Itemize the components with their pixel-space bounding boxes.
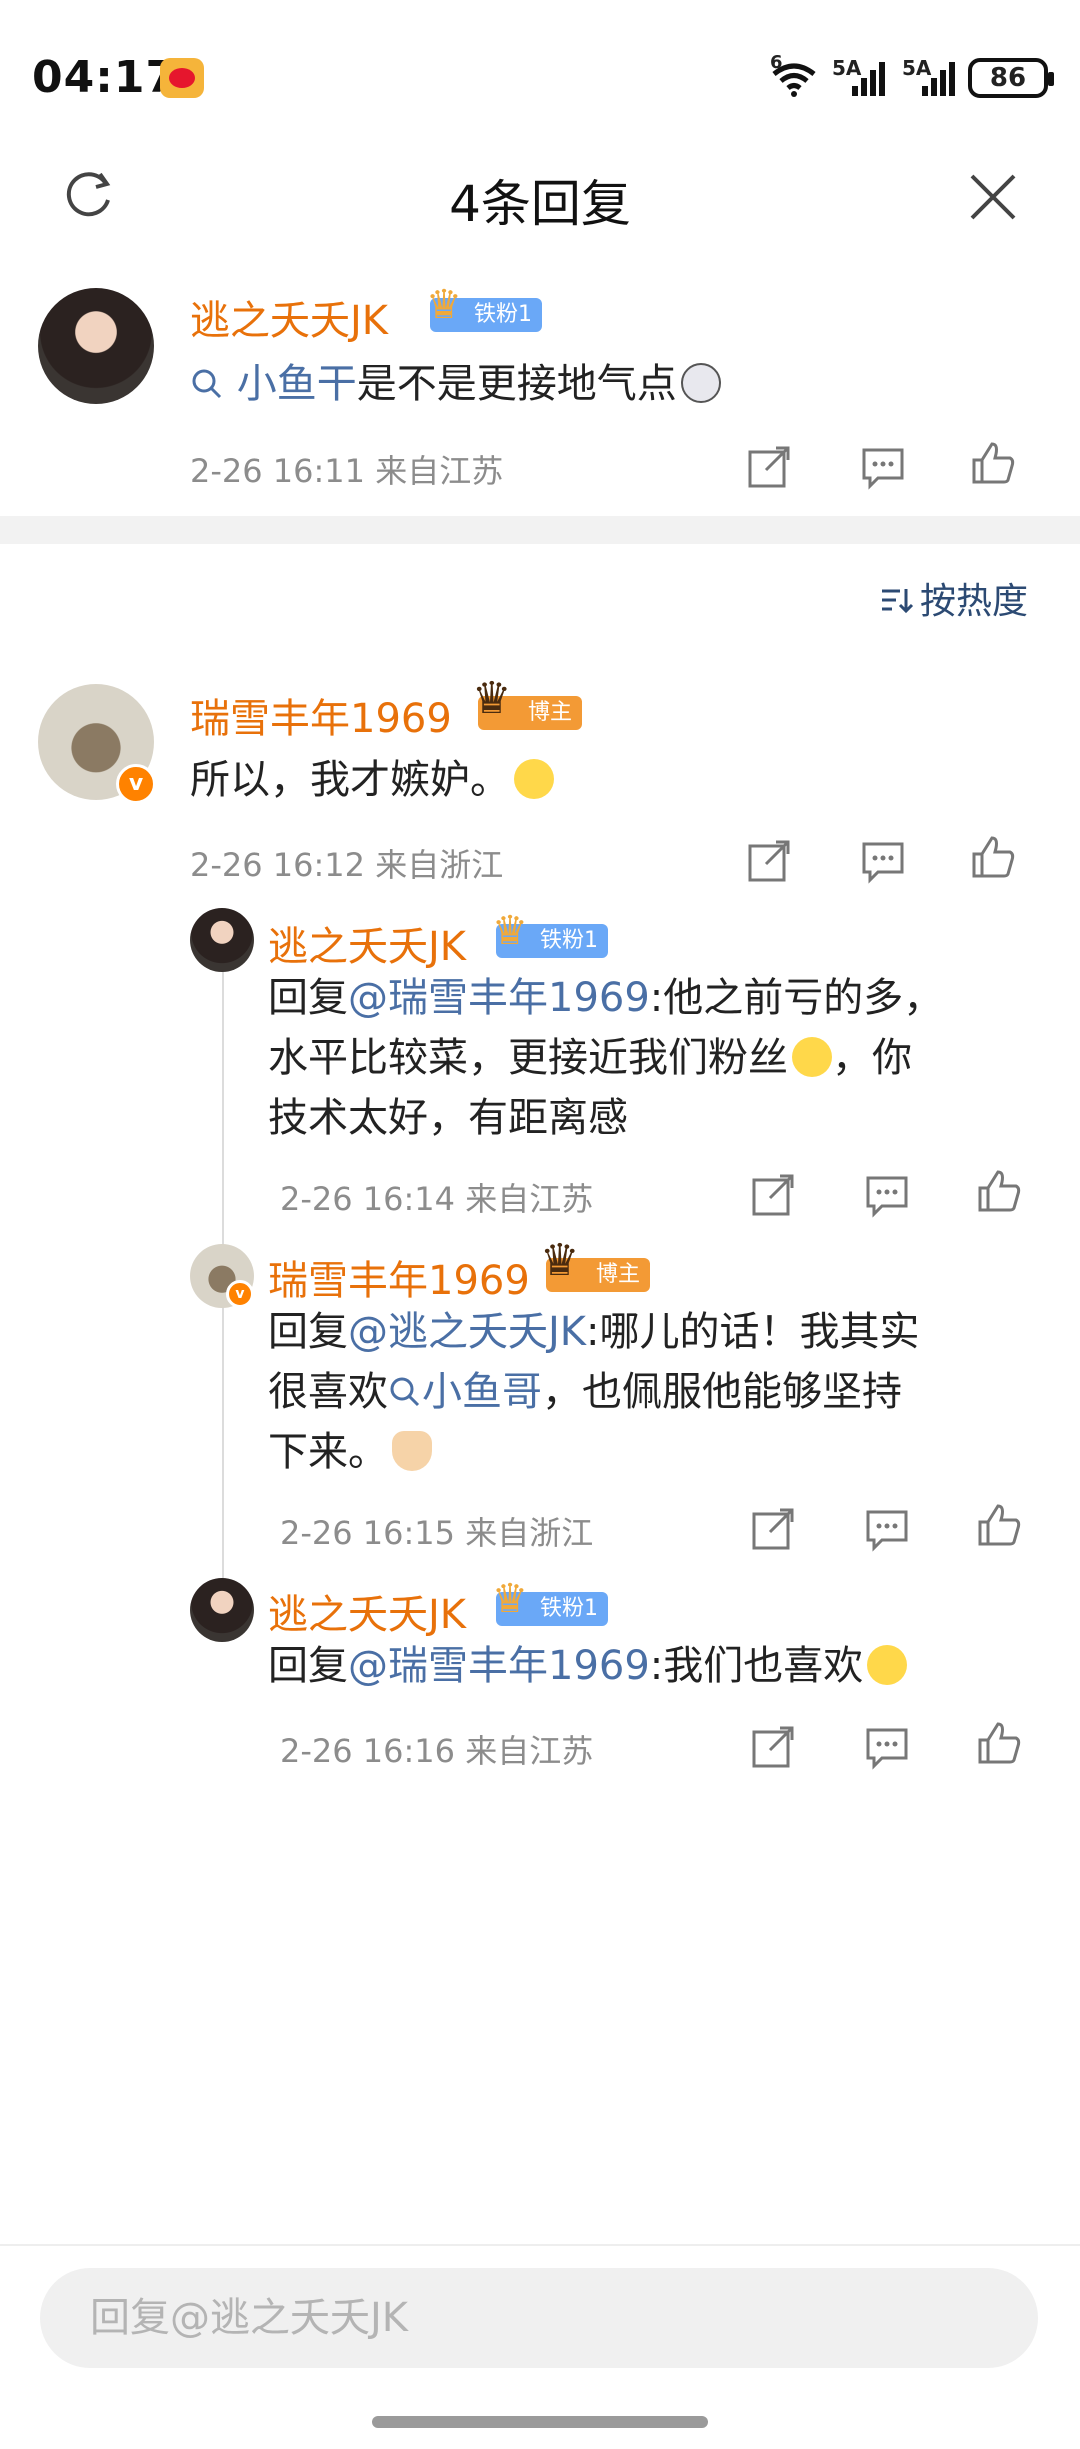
blogger-badge-label: 博主 (596, 1262, 641, 1287)
comment-meta: 2-26 16:16 来自江苏 (280, 1732, 594, 1770)
composer-divider (0, 2244, 1080, 2246)
like-icon[interactable] (970, 834, 1016, 880)
comment-body: 所以，我才嫉妒。 (190, 757, 510, 803)
close-icon[interactable] (966, 170, 1020, 224)
comment-text: 回复@瑞雪丰年1969:我们也喜欢 (268, 1636, 1028, 1696)
search-icon (390, 1377, 420, 1407)
comment-text: 回复@瑞雪丰年1969:他之前亏的多， 水平比较菜，更接近我们粉丝 ，你 技术太好… (268, 968, 1028, 1148)
comment-icon[interactable] (864, 1172, 910, 1218)
comment-text: 所以，我才嫉妒。 (190, 750, 554, 810)
comment-body-line2: 水平比较菜，更接近我们粉丝 (268, 1035, 788, 1081)
verified-badge: v (226, 1280, 254, 1308)
search-icon (190, 361, 237, 407)
comment-body-line1: :他之前亏的多， (649, 975, 944, 1021)
comment-text: 小鱼干是不是更接地气点 (190, 354, 721, 414)
blogger-badge: 博主 (540, 1244, 651, 1292)
sort-label: 按热度 (920, 581, 1029, 622)
avatar[interactable] (38, 288, 154, 404)
like-icon[interactable] (976, 1720, 1022, 1766)
avatar[interactable] (190, 908, 254, 972)
emoji-icon (680, 363, 721, 403)
mention-link[interactable]: @瑞雪丰年1969 (348, 975, 650, 1021)
fan-badge: 铁粉1 (492, 914, 608, 958)
comment-body-line1: :哪儿的话！我其实 (586, 1309, 920, 1355)
comment-meta: 2-26 16:12 来自浙江 (190, 846, 504, 884)
comment-meta: 2-26 16:15 来自浙江 (280, 1514, 594, 1552)
home-indicator[interactable] (372, 2416, 708, 2428)
fan-badge-label: 铁粉1 (474, 302, 532, 327)
username[interactable]: 瑞雪丰年1969 (190, 686, 452, 744)
laugh-emoji-icon (867, 1645, 908, 1685)
comment-icon[interactable] (864, 1724, 910, 1770)
reply-input[interactable] (40, 2268, 1038, 2368)
like-icon[interactable] (976, 1502, 1022, 1548)
battery-indicator: 86 (968, 58, 1054, 98)
fan-badge: 铁粉1 (492, 1582, 608, 1626)
mention-link[interactable]: @瑞雪丰年1969 (348, 1643, 650, 1689)
comment-text: 回复@逃之夭夭JK:哪儿的话！我其实 很喜欢 小鱼哥，也佩服他能够坚持 下来。 (268, 1302, 1028, 1482)
username[interactable]: 逃之夭夭JK (190, 288, 388, 346)
fan-badge-label: 铁粉1 (540, 928, 598, 953)
comment-body-line2b: ，你 (832, 1035, 912, 1081)
share-icon[interactable] (746, 444, 792, 490)
username[interactable]: 逃之夭夭JK (268, 914, 466, 972)
like-icon[interactable] (970, 440, 1016, 486)
comment-icon[interactable] (860, 444, 906, 490)
username[interactable]: 瑞雪丰年1969 (268, 1248, 530, 1306)
verified-badge: v (116, 764, 156, 804)
reply-prefix: 回复 (268, 975, 348, 1021)
status-time: 04:17 (32, 52, 178, 103)
comment-body-line2a: 很喜欢 (268, 1369, 388, 1415)
laugh-cry-emoji-icon (792, 1037, 832, 1077)
comment-body-line1: :我们也喜欢 (649, 1643, 864, 1689)
reply-prefix: 回复 (268, 1309, 348, 1355)
blogger-badge-label: 博主 (528, 700, 573, 725)
comment-body-line2b: ，也佩服他能够坚持 (542, 1369, 902, 1415)
mention-link[interactable]: @逃之夭夭JK (348, 1309, 586, 1355)
share-icon[interactable] (750, 1172, 796, 1218)
signal-label-1: 5A (832, 56, 862, 80)
username[interactable]: 逃之夭夭JK (268, 1582, 466, 1640)
section-divider (0, 516, 1080, 544)
wifi-label: 6 (770, 52, 783, 73)
avatar[interactable] (190, 1578, 254, 1642)
topic-link[interactable]: 小鱼哥 (422, 1369, 542, 1415)
comment-body-line3: 技术太好，有距离感 (268, 1095, 628, 1141)
comment-meta: 2-26 16:11 来自江苏 (190, 452, 504, 490)
like-icon[interactable] (976, 1168, 1022, 1214)
page-title: 4条回复 (449, 175, 631, 233)
share-icon[interactable] (750, 1506, 796, 1552)
sort-icon (882, 589, 914, 614)
grin-emoji-icon (514, 759, 554, 799)
comment-body-line3: 下来。 (268, 1429, 388, 1475)
fan-badge-label: 铁粉1 (540, 1596, 598, 1621)
fan-badge: 铁粉1 (426, 288, 542, 332)
topic-link[interactable]: 小鱼干 (237, 361, 357, 407)
share-icon[interactable] (750, 1724, 796, 1770)
weibo-app-icon (160, 58, 204, 98)
sort-button[interactable]: 按热度 (880, 572, 1028, 624)
share-icon[interactable] (746, 838, 792, 884)
comment-body: 是不是更接地气点 (356, 361, 677, 407)
comment-icon[interactable] (860, 838, 906, 884)
reply-prefix: 回复 (268, 1643, 348, 1689)
comment-meta: 2-26 16:14 来自江苏 (280, 1180, 594, 1218)
blogger-badge: 博主 (472, 682, 583, 730)
comment-icon[interactable] (864, 1506, 910, 1552)
fist-bump-emoji-icon (392, 1431, 432, 1471)
signal-label-2: 5A (902, 56, 932, 80)
